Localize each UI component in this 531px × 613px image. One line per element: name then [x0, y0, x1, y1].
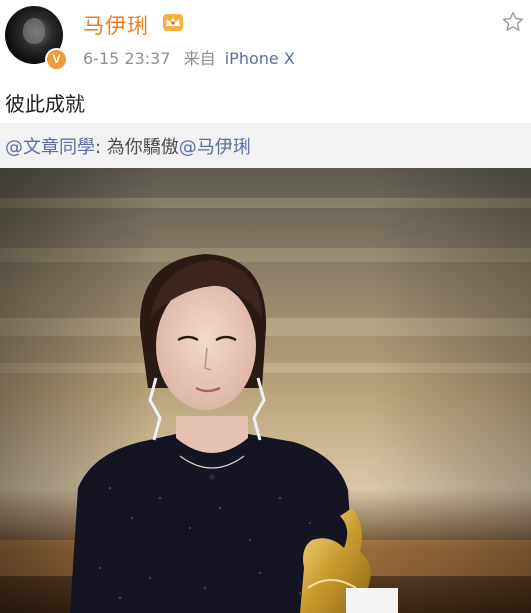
author-name[interactable]: 马伊琍: [83, 10, 149, 40]
star-icon[interactable]: [501, 10, 525, 34]
repost-separator: :: [95, 137, 107, 158]
photo-illustration: [0, 168, 531, 613]
post-meta: 6-15 23:37 来自 iPhone X: [83, 45, 295, 69]
post-text: 彼此成就: [5, 92, 85, 116]
verified-badge-icon: V: [45, 48, 68, 71]
timestamp: 6-15 23:37: [83, 49, 171, 68]
repost-text: @文章同學: 為你驕傲@马伊琍: [5, 133, 251, 159]
device-link[interactable]: iPhone X: [225, 49, 295, 68]
repost-body: 為你驕傲: [106, 137, 179, 158]
via-label: 来自: [183, 49, 216, 68]
avatar-portrait: [23, 18, 45, 44]
repost-section[interactable]: @文章同學: 為你驕傲@马伊琍: [0, 123, 531, 168]
weibo-post: V 马伊琍 6-15 23:37 来自 iPhone X 彼此成就 @文章同學:…: [0, 0, 531, 613]
crown-icon: [163, 14, 183, 31]
repost-target-mention[interactable]: @马伊琍: [179, 137, 251, 158]
post-header: V 马伊琍 6-15 23:37 来自 iPhone X: [0, 0, 531, 80]
post-photo[interactable]: [0, 168, 531, 613]
repost-author-mention[interactable]: @文章同學: [5, 137, 95, 158]
